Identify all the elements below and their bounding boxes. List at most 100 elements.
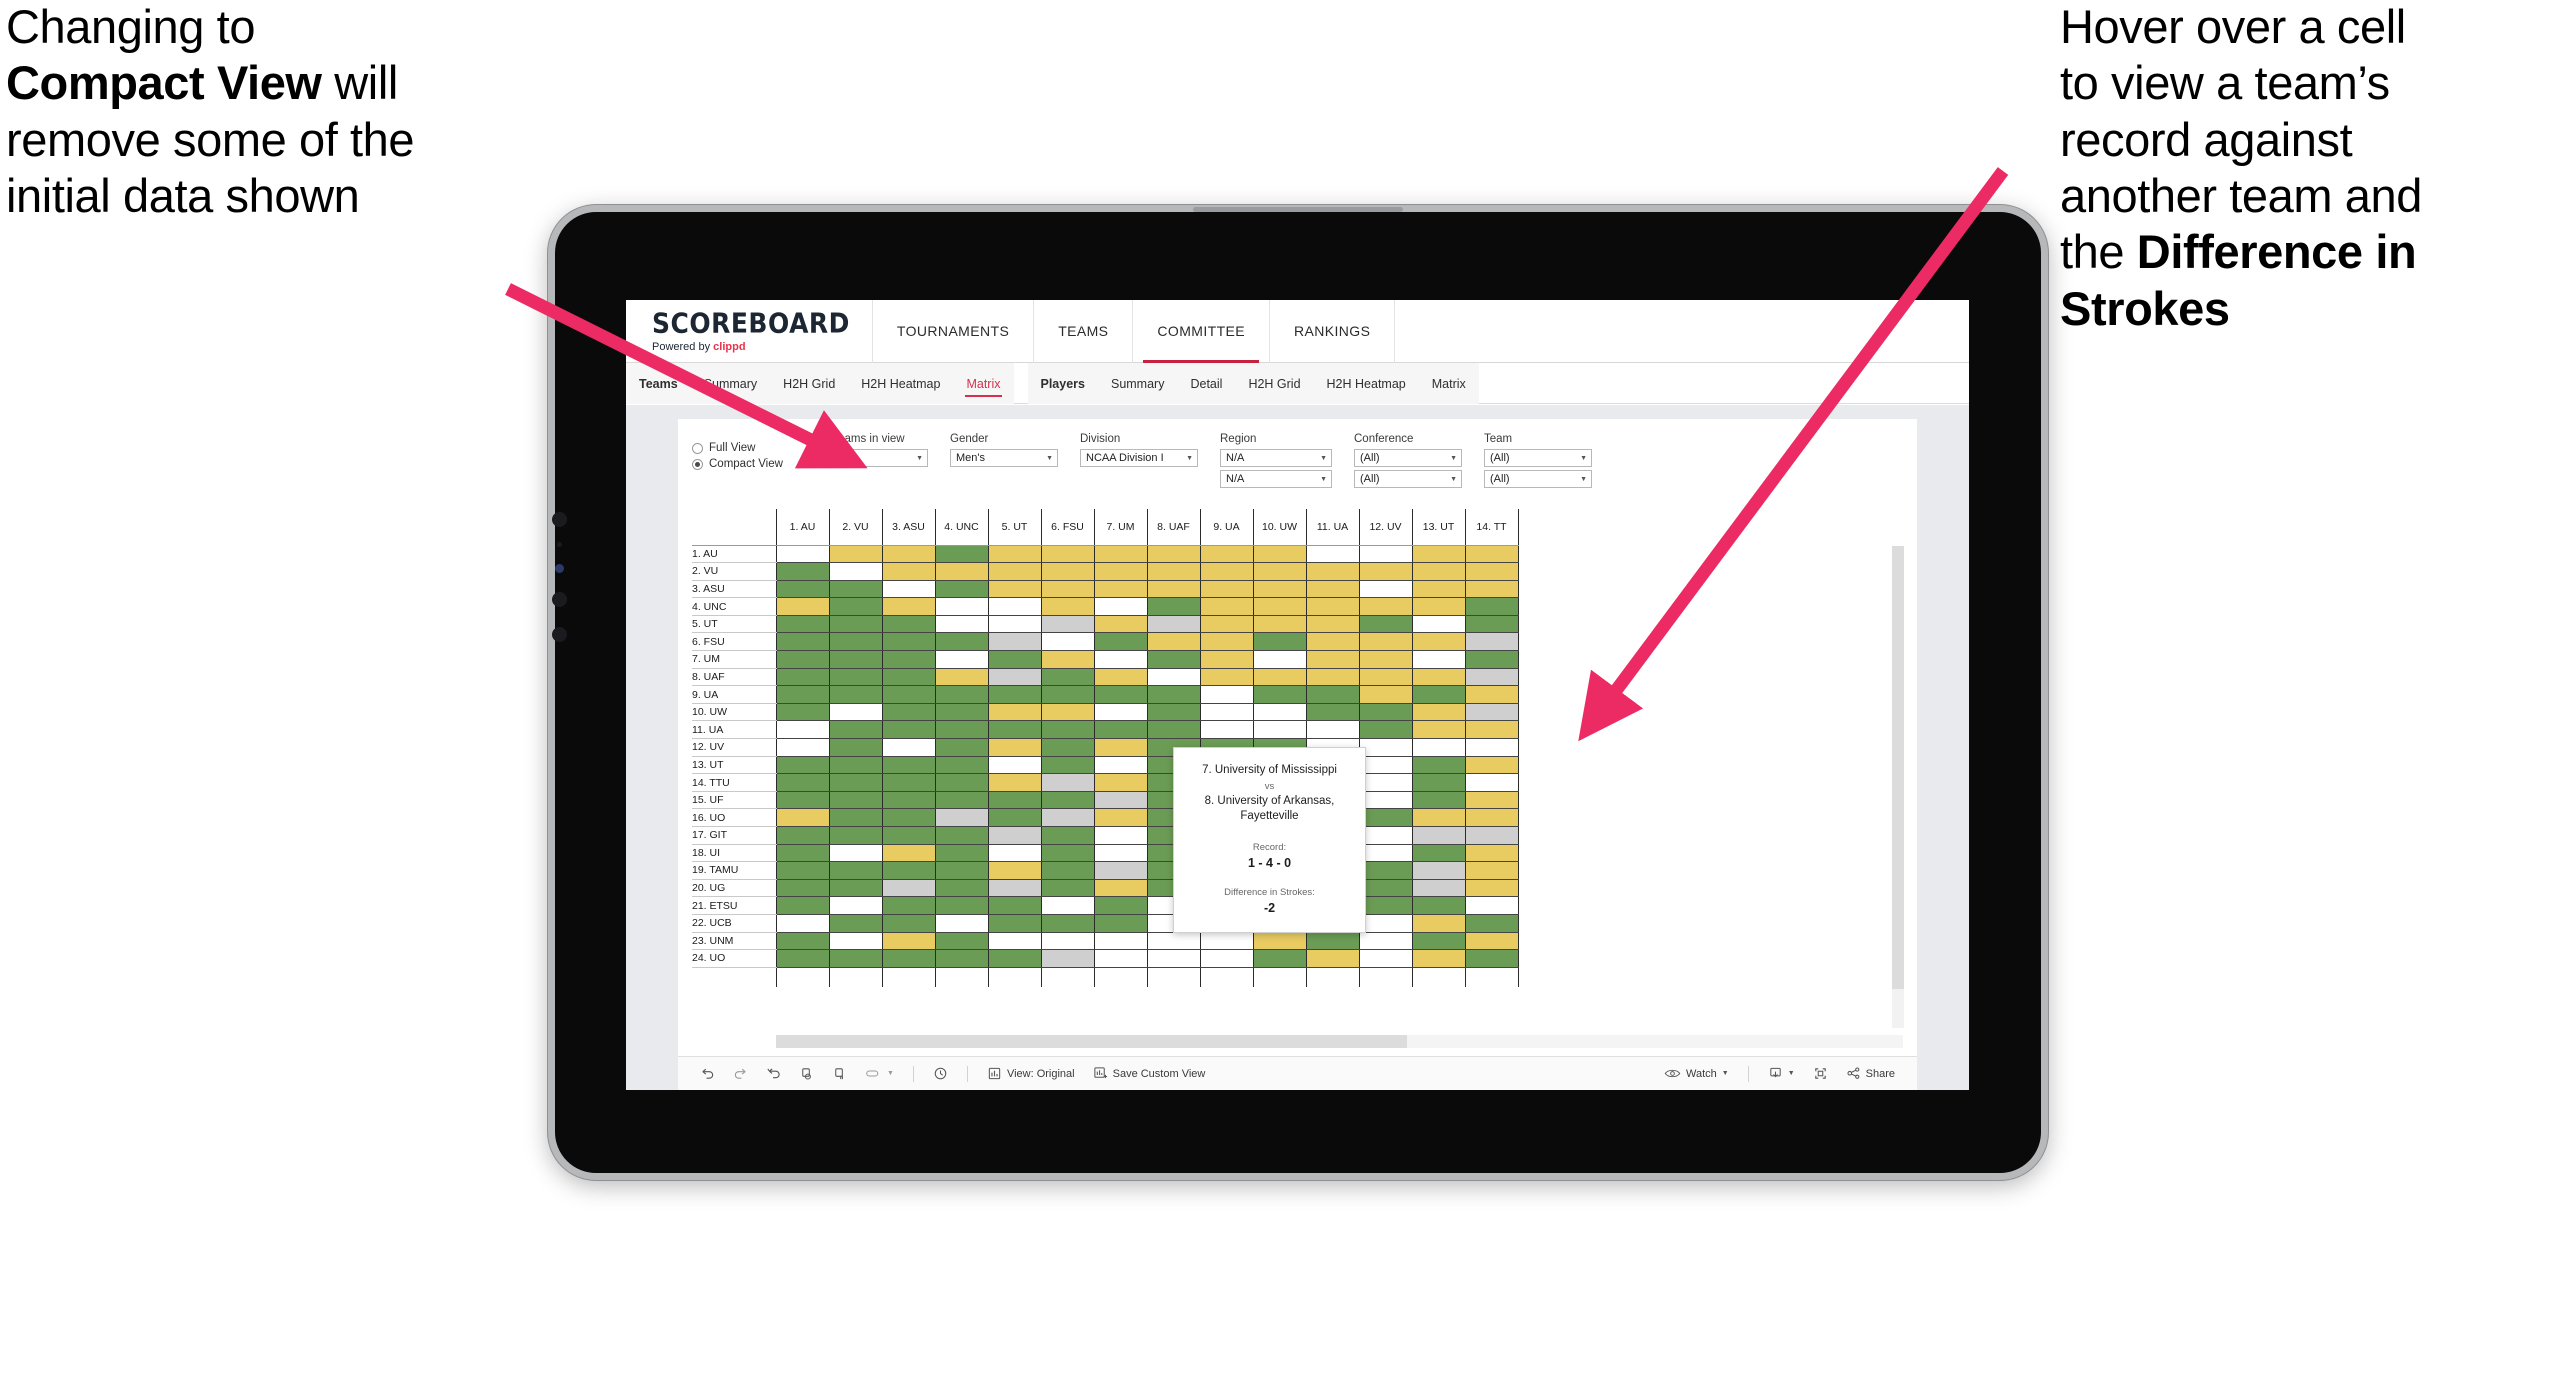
matrix-cell[interactable] [828, 844, 882, 863]
save-custom-view-button[interactable]: Save Custom View [1085, 1061, 1214, 1087]
matrix-cell[interactable] [1305, 615, 1359, 634]
matrix-cell[interactable] [1093, 756, 1147, 775]
matrix-cell[interactable] [775, 650, 829, 669]
subnav-teams-matrix[interactable]: Matrix [953, 363, 1013, 404]
matrix-cell[interactable] [1199, 632, 1253, 652]
matrix-cell[interactable] [775, 703, 829, 722]
matrix-cell[interactable] [1358, 580, 1412, 599]
matrix-cell[interactable] [881, 738, 935, 757]
matrix-cell[interactable] [828, 685, 882, 704]
matrix-cell[interactable] [1305, 580, 1359, 599]
matrix-cell[interactable] [1464, 932, 1519, 951]
clock-button[interactable] [925, 1061, 956, 1087]
matrix-cell[interactable] [1040, 580, 1094, 599]
matrix-cell[interactable] [1252, 545, 1306, 564]
matrix-column-header[interactable]: 4. UNC [934, 509, 988, 546]
matrix-cell[interactable] [1358, 668, 1412, 687]
matrix-cell[interactable] [934, 791, 988, 810]
matrix-cell[interactable] [881, 791, 935, 810]
matrix-cell[interactable] [828, 632, 882, 652]
matrix-cell[interactable] [775, 685, 829, 704]
revert-button[interactable] [758, 1061, 789, 1087]
matrix-cell[interactable] [934, 773, 988, 792]
matrix-cell[interactable] [1040, 668, 1094, 687]
matrix-cell[interactable] [934, 615, 988, 634]
matrix-cell[interactable] [1358, 597, 1412, 616]
matrix-row-header[interactable]: 6. FSU [692, 632, 776, 652]
matrix-row-header[interactable]: 23. UNM [692, 932, 776, 951]
matrix-column-header[interactable]: 6. FSU [1040, 509, 1094, 546]
matrix-cell[interactable] [1305, 668, 1359, 687]
matrix-cell[interactable] [828, 773, 882, 792]
matrix-cell[interactable] [1093, 545, 1147, 564]
matrix-cell[interactable] [1040, 650, 1094, 669]
filter-region-select-1[interactable]: N/A ▼ [1220, 449, 1332, 467]
subnav-players-matrix[interactable]: Matrix [1419, 363, 1479, 404]
matrix-cell[interactable] [881, 914, 935, 933]
matrix-cell[interactable] [934, 597, 988, 616]
matrix-cell[interactable] [1093, 844, 1147, 863]
matrix-cell[interactable] [934, 756, 988, 775]
matrix-cell[interactable] [1252, 703, 1306, 722]
matrix-cell[interactable] [1358, 791, 1412, 810]
h2h-matrix-table[interactable]: 1. AU 2. VU 3. ASU 4. UNC 5. UT 6. FSU 7. UM 8.… [692, 509, 1519, 988]
matrix-cell[interactable] [1252, 949, 1306, 968]
matrix-cell[interactable] [987, 826, 1041, 845]
matrix-cell[interactable] [987, 685, 1041, 704]
matrix-row-header[interactable]: 8. UAF [692, 668, 776, 687]
matrix-row-header[interactable]: 5. UT [692, 615, 776, 634]
matrix-cell[interactable] [987, 580, 1041, 599]
matrix-cell[interactable] [1040, 861, 1094, 880]
matrix-cell[interactable] [1411, 632, 1465, 652]
matrix-row-header[interactable]: 18. UI [692, 844, 776, 863]
matrix-cell[interactable] [775, 720, 829, 740]
matrix-cell[interactable] [775, 597, 829, 616]
matrix-cell[interactable] [1358, 703, 1412, 722]
matrix-cell[interactable] [1093, 738, 1147, 757]
matrix-cell[interactable] [1040, 896, 1094, 915]
matrix-cell[interactable] [881, 703, 935, 722]
matrix-cell[interactable] [1464, 896, 1519, 915]
matrix-cell[interactable] [1040, 685, 1094, 704]
matrix-cell[interactable] [881, 632, 935, 652]
matrix-cell[interactable] [1411, 826, 1465, 845]
nav-item-committee[interactable]: COMMITTEE [1132, 300, 1269, 363]
matrix-row-header[interactable]: 15. UF [692, 791, 776, 810]
matrix-cell[interactable] [987, 703, 1041, 722]
matrix-cell[interactable] [1411, 650, 1465, 669]
matrix-cell[interactable] [1199, 562, 1253, 581]
matrix-cell[interactable] [987, 650, 1041, 669]
radio-full-view[interactable]: Full View [692, 442, 788, 454]
matrix-cell[interactable] [1093, 791, 1147, 810]
matrix-cell[interactable] [881, 756, 935, 775]
matrix-cell[interactable] [1305, 720, 1359, 740]
matrix-cell[interactable] [987, 896, 1041, 915]
matrix-cell[interactable] [1358, 844, 1412, 863]
matrix-row-header[interactable]: 3. ASU [692, 580, 776, 599]
matrix-cell[interactable] [1464, 632, 1519, 652]
matrix-cell[interactable] [1411, 703, 1465, 722]
matrix-cell[interactable] [828, 914, 882, 933]
matrix-cell[interactable] [934, 879, 988, 898]
matrix-cell[interactable] [828, 738, 882, 757]
subnav-players-h2h-grid[interactable]: H2H Grid [1235, 363, 1313, 404]
matrix-cell[interactable] [881, 932, 935, 951]
matrix-cell[interactable] [881, 562, 935, 581]
pause-button[interactable] [824, 1061, 855, 1087]
matrix-cell[interactable] [1464, 580, 1519, 599]
refresh-button[interactable] [791, 1061, 822, 1087]
matrix-row-header[interactable]: 19. TAMU [692, 861, 776, 880]
matrix-cell[interactable] [987, 879, 1041, 898]
matrix-cell[interactable] [934, 650, 988, 669]
subnav-players-h2h-heatmap[interactable]: H2H Heatmap [1314, 363, 1419, 404]
matrix-cell[interactable] [1464, 914, 1519, 933]
matrix-cell[interactable] [1040, 879, 1094, 898]
matrix-cell[interactable] [1093, 896, 1147, 915]
matrix-cell[interactable] [775, 826, 829, 845]
matrix-column-header[interactable]: 9. UA [1199, 509, 1253, 546]
matrix-cell[interactable] [987, 668, 1041, 687]
matrix-cell[interactable] [828, 879, 882, 898]
matrix-cell[interactable] [828, 703, 882, 722]
matrix-cell[interactable] [1464, 738, 1519, 757]
matrix-cell[interactable] [1464, 879, 1519, 898]
